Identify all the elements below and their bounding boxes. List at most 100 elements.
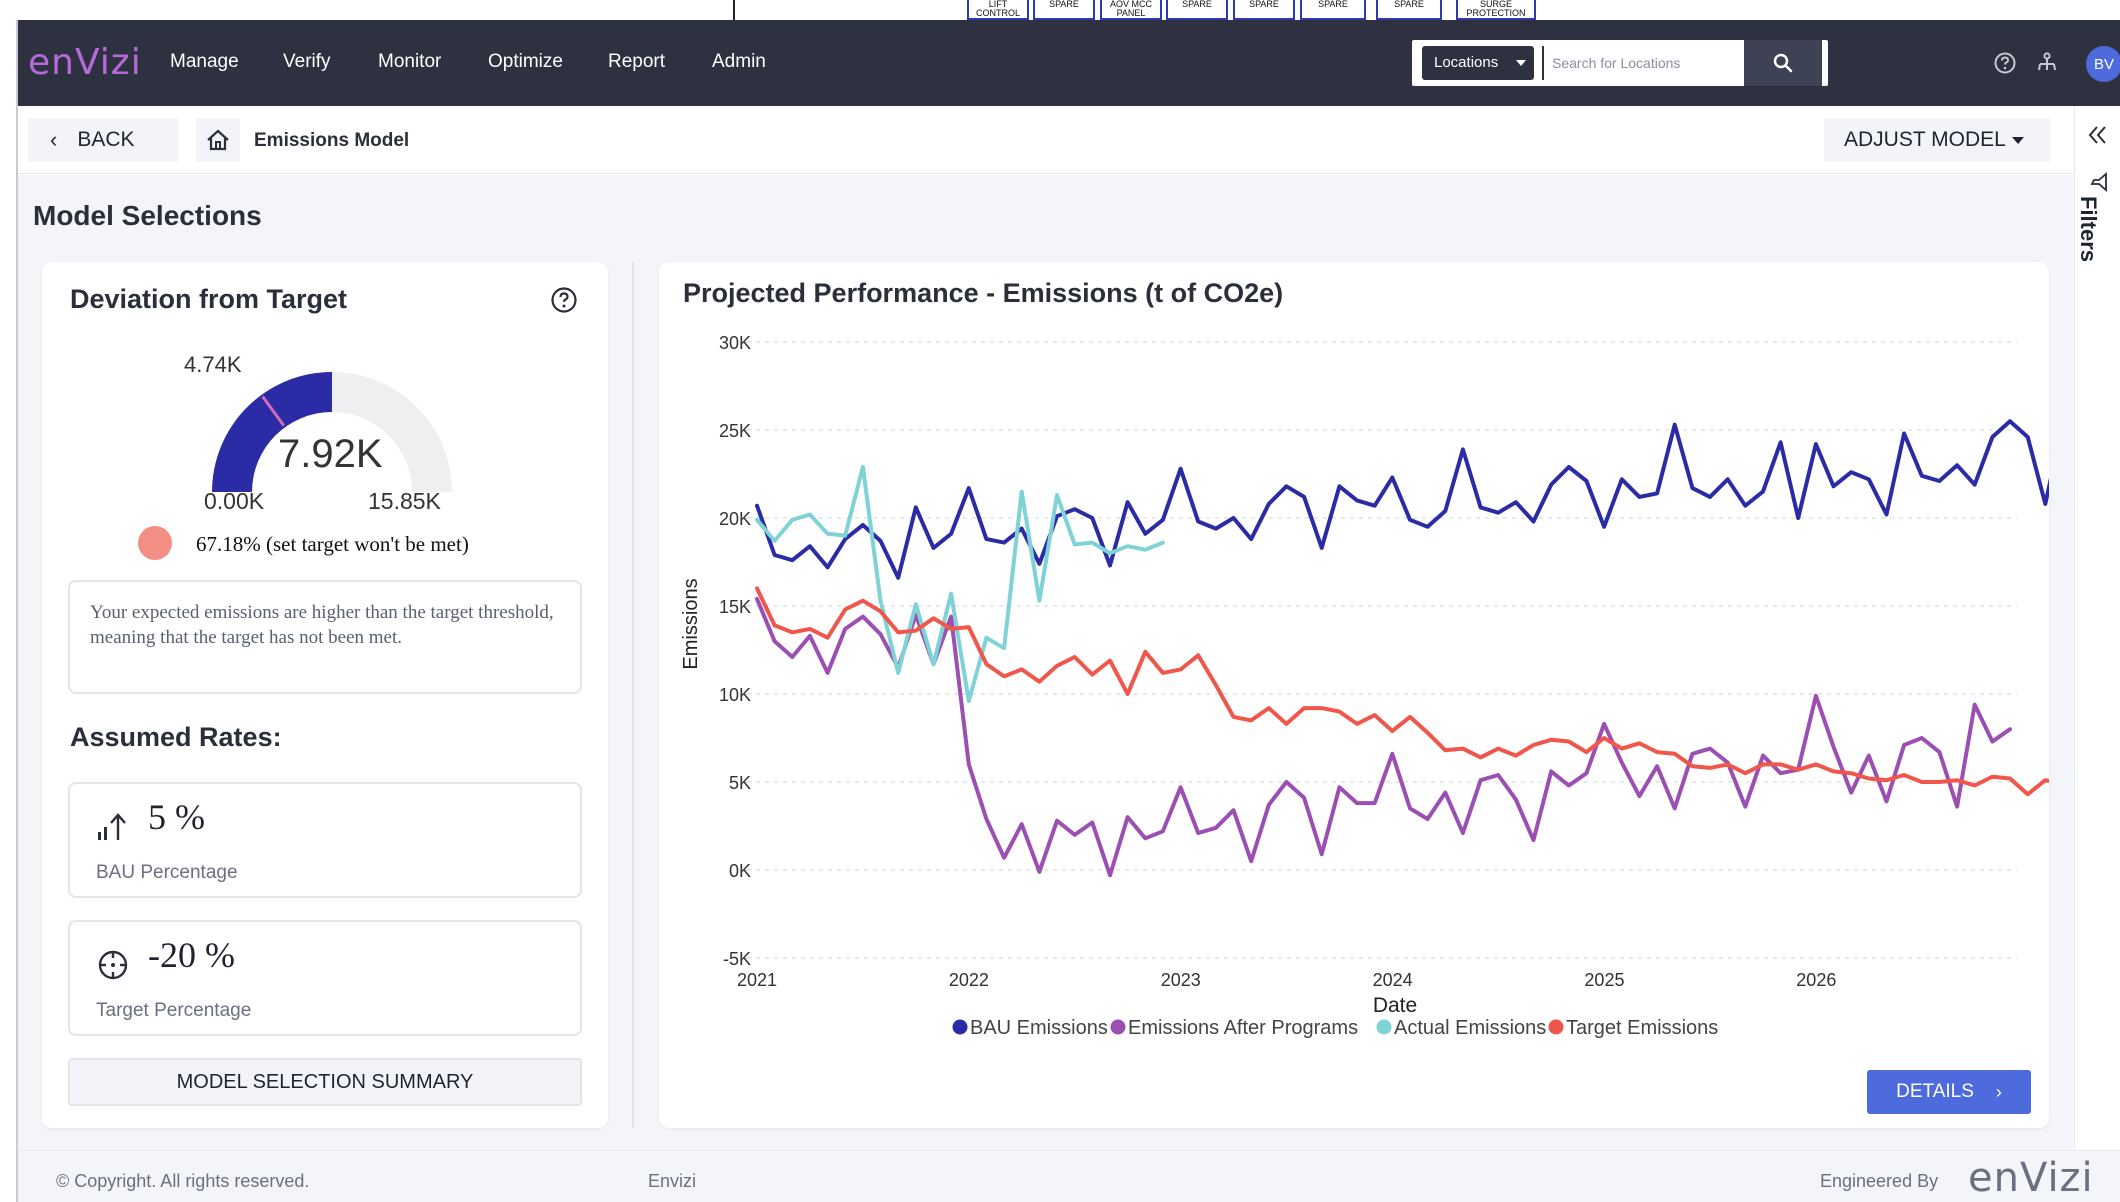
y-tick-label: 30K — [719, 333, 751, 353]
nav-report[interactable]: Report — [608, 51, 665, 73]
x-tick-label: 2026 — [1796, 970, 1836, 990]
projected-performance-card: -5K 0K 5K 10K 15K 20K 25K 30K 2021 2022 2023 2024 20… — [659, 262, 2049, 1128]
diagram-box: SPARE — [1376, 0, 1442, 20]
legend-marker — [1548, 1019, 1564, 1035]
details-label: DETAILS — [1896, 1081, 1974, 1102]
panel-divider — [632, 262, 634, 1128]
legend-label: Target Emissions — [1566, 1017, 1718, 1039]
y-tick-label: 10K — [719, 685, 751, 705]
y-tick-label: 5K — [729, 773, 751, 793]
nav-verify[interactable]: Verify — [283, 51, 331, 73]
target-rate-box: -20 % Target Percentage — [68, 920, 582, 1036]
adjust-model-label: ADJUST MODEL — [1844, 128, 2006, 151]
diagram-box: SPARE — [1233, 0, 1295, 20]
deviation-title: Deviation from Target — [70, 284, 348, 314]
legend-label: Emissions After Programs — [1128, 1017, 1358, 1039]
gauge-target-label: 4.74K — [184, 352, 242, 377]
filters-label[interactable]: Filters — [2075, 196, 2101, 262]
emissions-line-chart: -5K 0K 5K 10K 15K 20K 25K 30K 2021 2022 2023 2024 20… — [680, 333, 2049, 1039]
legend-marker — [952, 1019, 968, 1035]
double-chevron-left-icon[interactable] — [2087, 124, 2109, 146]
back-label: BACK — [77, 128, 135, 151]
y-tick-label: 0K — [729, 861, 751, 881]
page-title: Emissions Model — [254, 130, 410, 151]
x-tick-label: 2022 — [949, 970, 989, 990]
hierarchy-icon[interactable] — [2034, 50, 2060, 76]
x-axis-label: Date — [1373, 994, 1417, 1017]
bau-rate-box: 5 % BAU Percentage — [68, 782, 582, 898]
breadcrumb: ‹ BACK Emissions Model ADJUST MODEL — [18, 106, 2073, 174]
model-selection-summary-button[interactable]: MODEL SELECTION SUMMARY — [68, 1058, 582, 1106]
caret-down-icon — [1516, 60, 1526, 66]
help-icon[interactable] — [550, 286, 578, 314]
filter-funnel-icon[interactable] — [2089, 172, 2109, 192]
y-tick-label: 20K — [719, 509, 751, 529]
x-tick-label: 2024 — [1373, 970, 1413, 990]
status-text: 67.18% (set target won't be met) — [196, 532, 469, 556]
legend-marker — [1110, 1019, 1126, 1035]
target-percentage-value: -20 % — [148, 935, 235, 975]
adjust-model-button[interactable]: ADJUST MODEL — [1824, 118, 2050, 162]
diagram-box: SPARE — [1033, 0, 1095, 20]
legend-label: BAU Emissions — [970, 1017, 1108, 1039]
series-line — [755, 597, 2012, 878]
app-page: LIFT CONTROL SPARE AOV MCC PANEL SPARE S… — [0, 0, 2120, 1202]
nav-optimize[interactable]: Optimize — [488, 51, 563, 73]
target-percentage-label: Target Percentage — [96, 1000, 252, 1021]
chevron-right-icon: › — [1995, 1081, 2002, 1102]
locations-dropdown[interactable]: Locations — [1422, 46, 1534, 80]
diagram-line — [733, 0, 735, 20]
x-tick-label: 2021 — [737, 970, 777, 990]
search-divider — [1542, 46, 1544, 80]
top-diagram-strip: LIFT CONTROL SPARE AOV MCC PANEL SPARE S… — [0, 0, 2120, 20]
nav-monitor[interactable]: Monitor — [378, 51, 441, 73]
gauge-max-label: 15.85K — [368, 488, 441, 514]
crosshair-icon — [98, 950, 128, 980]
nav-manage[interactable]: Manage — [170, 51, 239, 73]
y-tick-label: -5K — [723, 949, 751, 969]
legend-label: Actual Emissions — [1394, 1017, 1546, 1039]
top-navbar: enVizi Manage Verify Monitor Optimize Re… — [18, 20, 2120, 106]
bau-percentage-value: 5 % — [148, 797, 205, 837]
diagram-box: SPARE — [1166, 0, 1228, 20]
user-avatar[interactable]: BV — [2086, 46, 2120, 82]
deviation-card: Deviation from Target 4.74K 7.92K 0.00K … — [42, 262, 608, 1128]
assumed-rates-title: Assumed Rates: — [70, 722, 282, 752]
y-tick-label: 25K — [719, 421, 751, 441]
search-input[interactable] — [1552, 50, 1752, 76]
y-axis-label: Emissions — [680, 578, 702, 669]
gauge-min-label: 0.00K — [204, 488, 265, 514]
diagram-box: AOV MCC PANEL — [1100, 0, 1162, 20]
home-icon — [207, 129, 229, 151]
locations-dropdown-label: Locations — [1434, 54, 1499, 71]
gauge-value: 7.92K — [278, 432, 383, 476]
x-tick-label: 2023 — [1161, 970, 1201, 990]
envizi-logo[interactable]: enVizi — [28, 42, 142, 83]
search-icon — [1773, 53, 1793, 73]
nav-admin[interactable]: Admin — [712, 51, 766, 73]
diagram-box: SURGE PROTECTION — [1456, 0, 1536, 20]
footer: © Copyright. All rights reserved. Envizi… — [18, 1150, 2120, 1202]
footer-logo: enVizi — [1968, 1155, 2094, 1201]
chevron-left-icon: ‹ — [50, 127, 58, 152]
chart-title: Projected Performance - Emissions (t of … — [683, 278, 1284, 308]
legend-marker — [1376, 1019, 1392, 1035]
home-button[interactable] — [196, 118, 240, 162]
copyright-text: © Copyright. All rights reserved. — [56, 1171, 310, 1191]
section-title: Model Selections — [33, 200, 262, 231]
series-line — [755, 419, 2049, 580]
x-tick-label: 2025 — [1584, 970, 1624, 990]
trend-up-icon — [98, 813, 126, 840]
filters-rail: Filters — [2074, 106, 2120, 1156]
footer-brand-text: Envizi — [648, 1171, 697, 1191]
y-tick-label: 15K — [719, 597, 751, 617]
deviation-message: Your expected emissions are higher than … — [68, 580, 582, 694]
engineered-by-text: Engineered By — [1820, 1171, 1939, 1191]
details-button[interactable]: DETAILS › — [1867, 1070, 2031, 1114]
diagram-box: SPARE — [1300, 0, 1366, 20]
bau-percentage-label: BAU Percentage — [96, 862, 238, 883]
back-button[interactable]: ‹ BACK — [28, 118, 178, 162]
help-icon[interactable] — [1992, 50, 2018, 76]
search-button[interactable] — [1744, 40, 1822, 86]
caret-down-icon — [2012, 137, 2024, 144]
